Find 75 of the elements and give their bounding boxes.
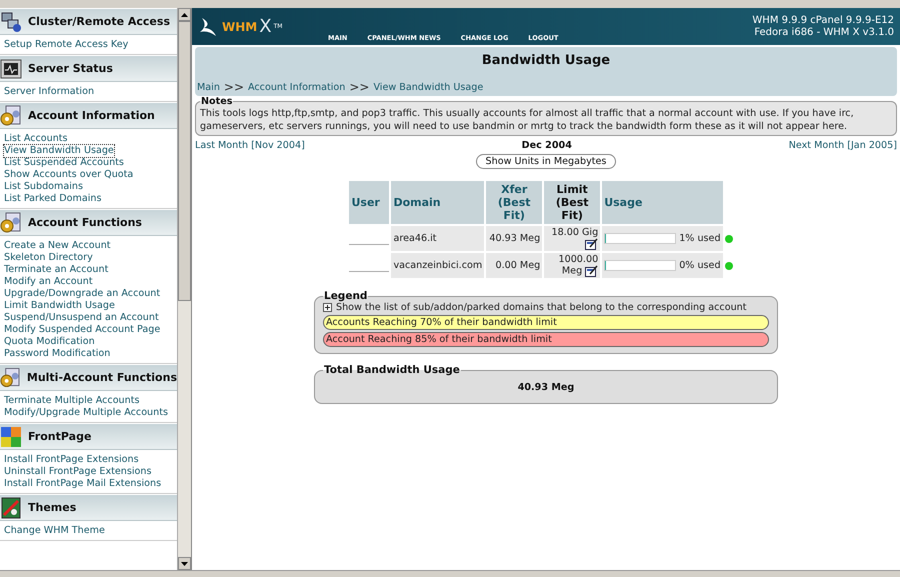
usage-reading: 0% used [679,260,721,271]
column-header[interactable]: User [349,181,390,224]
edit-icon[interactable] [585,265,598,277]
sidebar-link[interactable]: Password Modification [4,348,110,360]
section-title: Account Information [28,109,155,122]
breadcrumb-link[interactable]: Main [197,82,220,92]
sidebar-link[interactable]: Install FrontPage Mail Extensions [4,478,162,490]
sidebar-link[interactable]: List Subdomains [4,181,84,193]
section-title: Account Functions [28,216,142,229]
sidebar-link[interactable]: Modify Suspended Account Page [4,324,160,336]
notes-text: This tools logs http,ftp,smtp, and pop3 traffic. This usually accounts for almost all traffic that a normal account with use. If you have irc, gameservers, etc servers runnings, you will need to use bandmin or mrtg to track the bandwidth form these as it will not appear here. [200,107,855,133]
current-month: Dec 2004 [522,140,572,151]
version-text: Fedora i686 - WHM X v3.1.0 [753,26,894,38]
notes-title: Notes [200,96,234,107]
sidebar-link[interactable]: Setup Remote Access Key [4,39,128,51]
breadcrumb-link[interactable]: Account Information [248,82,346,92]
sidebar-link[interactable]: List Parked Domains [4,193,102,205]
breadcrumb-link[interactable]: View Bandwidth Usage [373,82,484,92]
sidebar-link[interactable]: Server Information [4,86,94,98]
sidebar-link[interactable]: Suspend/Unsuspend an Account [4,312,159,324]
scrollbar[interactable] [177,8,191,570]
section-title: FrontPage [28,430,92,443]
legend-title: Legend [323,290,368,302]
sidebar-link[interactable]: Uninstall FrontPage Extensions [4,466,152,478]
legend-swatch: Account Reaching 85% of their bandwidth limit [323,332,769,347]
sidebar-link[interactable]: View Bandwidth Usage [4,145,114,157]
table-cell: 1000.00 Meg [544,253,600,278]
table-cell: area46.it [391,226,484,251]
section-title: Server Status [28,62,113,75]
table-cell: vacanzeinbici.com [391,253,484,278]
total-value: 40.93 Meg [516,381,576,395]
column-header[interactable]: Xfer (Best Fit) [486,181,542,224]
previous-month-link[interactable]: Last Month [Nov 2004] [195,140,305,151]
sidebar-link[interactable]: Skeleton Directory [4,252,93,264]
section-title: Multi-Account Functions [26,371,177,384]
monitor-icon [0,58,22,80]
sidebar-link[interactable]: Show Accounts over Quota [4,169,134,181]
sidebar-link[interactable]: Modify an Account [4,276,93,288]
usage-reading: 1% used [679,233,721,244]
page-title: Bandwidth Usage [480,52,612,70]
sidebar-link[interactable]: Modify/Upgrade Multiple Accounts [4,407,168,419]
sidebar-link[interactable]: Limit Bandwidth Usage [4,300,115,312]
logo: WHM X$^{TM}$ [198,8,328,45]
sidebar-link[interactable]: Install FrontPage Extensions [4,454,139,466]
units-button[interactable]: Show Units in Megabytes [476,154,616,169]
next-month-link[interactable]: Next Month [Jan 2005] [788,140,897,151]
legend-text: Show the list of sub/addon/parked domains that belong to the corresponding account [336,302,746,313]
sidebar-link[interactable]: List Accounts [4,133,68,145]
section-title: Cluster/Remote Access [28,15,170,28]
column-header[interactable]: Limit (Best Fit) [544,181,600,224]
down-arrow-icon[interactable] [181,562,188,566]
sidebar-link[interactable]: Terminate an Account [4,264,108,276]
table-cell: 0.00 Meg [486,253,542,278]
table-cell: 40.93 Meg [486,226,542,251]
sidebar-link[interactable]: Create a New Account [4,240,111,252]
table-cell: 18.00 Gig [544,226,600,251]
column-header[interactable]: Usage [602,181,723,224]
column-header[interactable]: Domain [391,181,484,224]
breadcrumb-separator: >> [224,80,244,94]
computers-icon [0,10,22,32]
sidebar-link[interactable]: Quota Modification [4,336,95,348]
section-title: Themes [28,501,76,514]
version-text: WHM 9.9.9 cPanel 9.9.9-E12 [752,14,894,26]
sidebar-link[interactable]: Change WHM Theme [4,525,105,537]
sidebar-link[interactable]: Terminate Multiple Accounts [4,395,140,407]
total-title: Total Bandwidth Usage [323,364,461,376]
puzzle-icon [0,426,22,448]
breadcrumb-separator: >> [349,80,370,94]
edit-icon[interactable] [585,238,598,250]
sidebar-link[interactable]: List Suspended Accounts [4,157,124,169]
expand-icon [323,303,332,312]
up-arrow-icon[interactable] [181,12,188,16]
sidebar-link[interactable]: Upgrade/Downgrade an Account [4,288,160,300]
legend-swatch: Accounts Reaching 70% of their bandwidth limit [323,315,769,330]
palette-icon [0,496,22,518]
